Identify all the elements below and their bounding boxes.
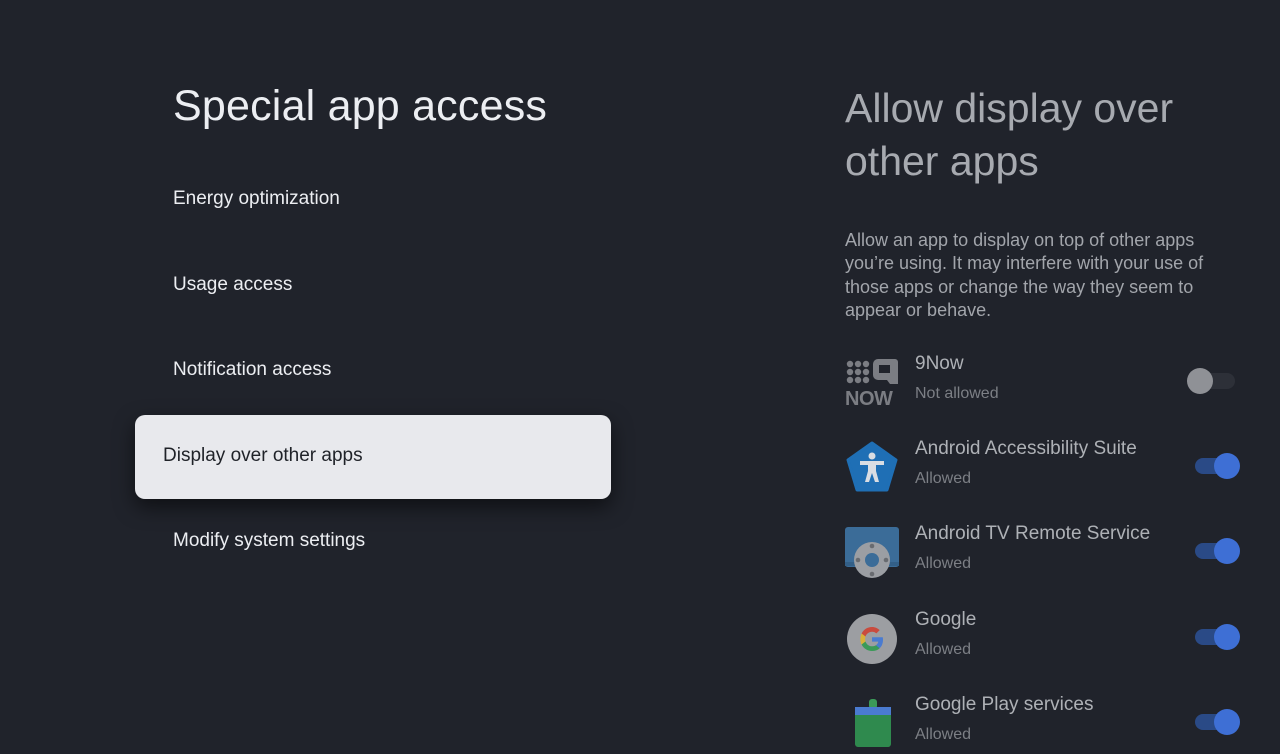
toggle-switch[interactable]	[1187, 366, 1242, 396]
tv-remote-icon	[845, 527, 899, 578]
toggle-switch[interactable]	[1190, 451, 1242, 481]
menu-item-usage-access[interactable]: Usage access	[173, 274, 593, 296]
toggle-switch[interactable]	[1190, 622, 1242, 652]
play-services-icon	[855, 699, 891, 747]
toggle-thumb	[1187, 368, 1213, 394]
app-row-google[interactable]: Google Allowed	[845, 609, 1245, 669]
app-name: Android TV Remote Service	[915, 523, 1151, 544]
google-g-icon	[847, 614, 897, 664]
menu-item-modify-system-settings[interactable]: Modify system settings	[173, 530, 593, 552]
toggle-thumb	[1214, 538, 1240, 564]
app-status: Allowed	[915, 555, 972, 572]
app-name: 9Now	[915, 353, 964, 374]
menu-item-display-over-other-apps[interactable]: Display over other apps	[135, 415, 611, 499]
detail-description: Allow an app to display on top of other …	[845, 230, 1204, 320]
svg-text:NOW: NOW	[845, 388, 893, 410]
app-row-google-play-services[interactable]: Google Play services Allowed	[845, 694, 1245, 754]
app-name: Android Accessibility Suite	[915, 438, 1137, 459]
toggle-switch[interactable]	[1190, 536, 1242, 566]
menu-item-label: Display over other apps	[163, 445, 363, 466]
accessibility-icon	[846, 441, 898, 492]
app-status: Not allowed	[915, 385, 999, 402]
app-status: Allowed	[915, 641, 972, 658]
toggle-switch[interactable]	[1190, 707, 1242, 737]
app-row-android-accessibility-suite[interactable]: Android Accessibility Suite Allowed	[845, 438, 1245, 498]
app-status: Allowed	[915, 470, 972, 487]
9now-logo-icon: NOW	[845, 359, 898, 410]
app-row-9now[interactable]: NOW 9Now Not allowed	[845, 353, 1245, 413]
menu-item-energy-optimization[interactable]: Energy optimization	[173, 188, 593, 210]
app-row-android-tv-remote-service[interactable]: Android TV Remote Service Allowed	[845, 523, 1245, 583]
app-name: Google	[915, 609, 977, 630]
toggle-thumb	[1214, 624, 1240, 650]
app-status: Allowed	[915, 726, 972, 743]
toggle-thumb	[1214, 709, 1240, 735]
toggle-thumb	[1214, 453, 1240, 479]
app-name: Google Play services	[915, 694, 1094, 715]
page-title: Special app access	[173, 82, 548, 130]
menu-item-notification-access[interactable]: Notification access	[173, 359, 593, 381]
detail-title: Allow display over other apps	[845, 85, 1174, 184]
